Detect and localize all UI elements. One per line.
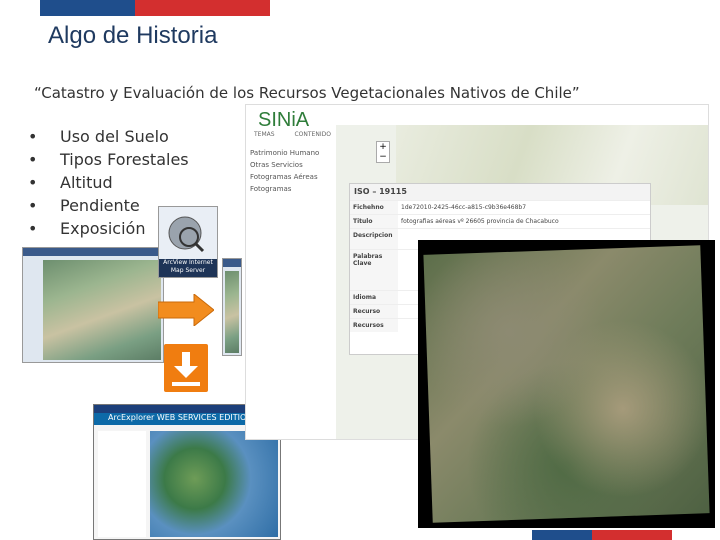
zoom-control[interactable]: + − xyxy=(376,141,390,163)
bullet-item: Tipos Forestales xyxy=(28,148,189,171)
zoom-in-icon[interactable]: + xyxy=(377,142,389,152)
footer-red-bar xyxy=(592,530,672,540)
arcexplorer-layer-panel xyxy=(98,431,146,537)
sinia-logo: SINiA xyxy=(258,109,310,131)
bullet-dot-icon xyxy=(28,194,60,217)
iso-card-header: ISO – 19115 xyxy=(350,184,650,200)
flag-red-bar xyxy=(135,0,270,16)
tab-temas[interactable]: TEMAS xyxy=(254,131,275,138)
flag-blue-bar xyxy=(40,0,135,16)
ims-product-box: ArcView Internet Map Server xyxy=(158,206,218,278)
layer-item[interactable]: Fotogramas xyxy=(246,183,334,195)
gis-screenshot-2 xyxy=(222,258,242,356)
ims-label: ArcView Internet Map Server xyxy=(163,259,213,274)
bullet-dot-icon xyxy=(28,171,60,194)
zoom-out-icon[interactable]: − xyxy=(377,152,389,162)
bullet-dot-icon xyxy=(28,217,60,240)
tab-contenido[interactable]: CONTENIDO xyxy=(294,131,330,138)
bullet-dot-icon xyxy=(28,148,60,171)
slide-title: Algo de Historia xyxy=(48,22,218,49)
bullet-item: Altitud xyxy=(28,171,189,194)
footer-blue-bar xyxy=(532,530,592,540)
layer-list: Patrimonio Humano Otras Servicios Fotogr… xyxy=(246,147,334,195)
slide-subtitle: “Catastro y Evaluación de los Recursos V… xyxy=(34,84,580,102)
arcexplorer-map xyxy=(150,431,278,537)
satellite-image xyxy=(418,240,715,528)
bullet-dot-icon xyxy=(28,125,60,148)
download-arrow-icon xyxy=(164,344,208,392)
gis-screenshot xyxy=(22,247,164,363)
layer-item[interactable]: Otras Servicios xyxy=(246,159,334,171)
layer-item[interactable]: Patrimonio Humano xyxy=(246,147,334,159)
layer-item[interactable]: Fotogramas Aéreas xyxy=(246,171,334,183)
orange-right-arrow-icon xyxy=(158,294,214,326)
bullet-item: Uso del Suelo xyxy=(28,125,189,148)
